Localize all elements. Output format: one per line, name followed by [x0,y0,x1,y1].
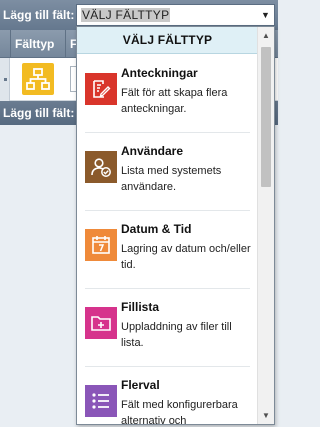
item-description: Lagring av datum och/eller tid. [121,243,251,271]
add-field-label: Lägg till fält: [3,106,75,120]
field-type-dropdown: VÄLJ FÄLTTYP Anteckningar Fält för att s… [76,26,275,425]
dropdown-item-multichoice[interactable]: Flerval Fält med konfigurerbara alternat… [77,367,258,425]
folder-add-icon [85,307,117,339]
dropdown-item-filelist[interactable]: Fillista Uppladdning av filer till lista… [77,289,258,367]
column-separator [65,30,66,58]
add-field-label: Lägg till fält: [3,8,75,22]
user-check-icon [85,151,117,183]
item-title: Flerval [121,378,160,392]
dropdown-item-users[interactable]: Användare Lista med systemets användare. [77,133,258,211]
hierarchy-icon [22,63,54,95]
dropdown-item-notes[interactable]: Anteckningar Fält för att skapa flera an… [77,55,258,133]
column-header-fieldtype[interactable]: Fälttyp [15,37,54,51]
field-type-select-value-text: VÄLJ FÄLTTYP [81,8,171,22]
row-drag-handle[interactable] [0,58,10,101]
item-description: Lista med systemets användare. [121,165,222,193]
grip-dot [4,78,7,81]
field-type-select-value: VÄLJ FÄLTTYP [81,8,171,22]
item-title: Användare [121,144,184,158]
dropdown-header: VÄLJ FÄLTTYP [77,27,258,54]
dropdown-item-datetime[interactable]: Datum & Tid Lagring av datum och/eller t… [77,211,258,289]
chevron-down-icon[interactable]: ▼ [257,5,274,25]
list-icon [85,385,117,417]
field-type-select[interactable]: VÄLJ FÄLTTYP ▼ [76,4,275,26]
scrollbar-thumb[interactable] [261,47,271,187]
item-title: Fillista [121,300,160,314]
item-title: Anteckningar [121,66,198,80]
item-description: Fält för att skapa flera anteckningar. [121,87,228,115]
item-description: Fält med konfigurerbara alternativ och [121,399,238,425]
scroll-up-icon[interactable]: ▲ [258,27,274,44]
notes-icon [85,73,117,105]
scroll-down-icon[interactable]: ▼ [258,407,274,424]
calendar-icon [85,229,117,261]
item-description: Uppladdning av filer till lista. [121,321,232,349]
column-separator [10,30,11,58]
dropdown-scrollbar[interactable]: ▲ ▼ [257,27,274,424]
item-title: Datum & Tid [121,222,192,236]
